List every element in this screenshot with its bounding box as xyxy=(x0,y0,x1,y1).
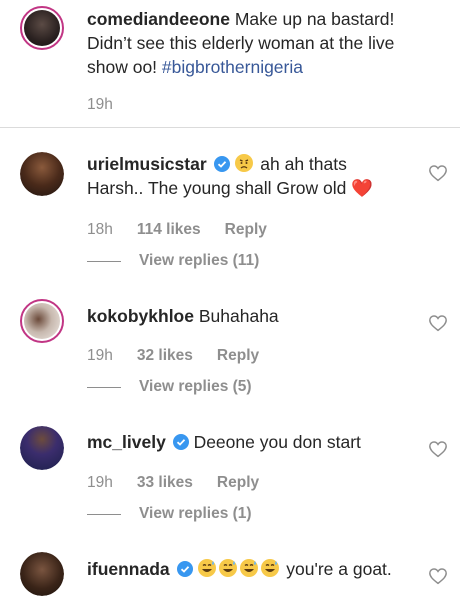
hashtag-link[interactable]: #bigbrothernigeria xyxy=(162,57,303,77)
like-heart-icon[interactable] xyxy=(428,164,448,182)
like-heart-icon[interactable] xyxy=(428,567,448,585)
view-replies[interactable]: View replies (1) xyxy=(87,505,252,523)
comment-username[interactable]: ifuennada xyxy=(87,559,170,579)
comment-avatar[interactable] xyxy=(20,152,64,196)
grinning-sweat-emoji-icon xyxy=(240,559,259,577)
view-replies[interactable]: View replies (11) xyxy=(87,252,259,270)
comment-body: you're a goat. xyxy=(286,559,392,579)
heart-emoji-icon: ❤️ xyxy=(351,178,374,198)
post-caption: comediandeeone Make up na bastard! Didn’… xyxy=(0,0,460,127)
verified-badge-icon xyxy=(172,434,189,450)
comment-text: urielmusicstar ah ah thats Harsh.. The y… xyxy=(87,152,387,200)
comment-meta: 19h 33 likes Reply xyxy=(87,474,259,492)
verified-badge-icon xyxy=(176,561,193,577)
replies-line xyxy=(87,386,121,388)
replies-line xyxy=(87,513,121,515)
caption-divider xyxy=(0,127,460,128)
comment-text: mc_lively Deeone you don start xyxy=(87,430,387,454)
post-meta: 19h xyxy=(87,96,113,114)
view-replies-label[interactable]: View replies (11) xyxy=(139,252,259,270)
comment-text: ifuennada you're a goat. xyxy=(87,557,427,581)
comment-username[interactable]: kokobykhloe xyxy=(87,306,194,326)
comment-time: 18h xyxy=(87,221,113,238)
comment-body: Buhahaha xyxy=(198,306,279,326)
post-author-avatar[interactable] xyxy=(20,6,64,50)
like-heart-icon[interactable] xyxy=(428,440,448,458)
comment-time: 19h xyxy=(87,347,113,364)
comment-text: kokobykhloe Buhahaha xyxy=(87,304,387,328)
grinning-sweat-emoji-icon xyxy=(219,559,238,577)
comment-likes[interactable]: 114 likes xyxy=(137,221,201,239)
grinning-sweat-emoji-icon xyxy=(261,559,280,577)
comment-avatar[interactable] xyxy=(20,299,64,343)
comment-meta: 19h 32 likes Reply xyxy=(87,347,259,365)
comment-likes[interactable]: 33 likes xyxy=(137,474,193,492)
grinning-sweat-emoji-icon xyxy=(198,559,217,577)
verified-badge-icon xyxy=(213,156,230,172)
worried-face-emoji-icon xyxy=(235,154,254,172)
view-replies[interactable]: View replies (5) xyxy=(87,378,252,396)
view-replies-label[interactable]: View replies (1) xyxy=(139,505,252,523)
comment-avatar[interactable] xyxy=(20,426,64,470)
post-time: 19h xyxy=(87,96,113,113)
reply-button[interactable]: Reply xyxy=(225,221,267,239)
comment-username[interactable]: urielmusicstar xyxy=(87,154,207,174)
reply-button[interactable]: Reply xyxy=(217,474,259,492)
like-heart-icon[interactable] xyxy=(428,314,448,332)
comment-time: 19h xyxy=(87,474,113,491)
comment-likes[interactable]: 32 likes xyxy=(137,347,193,365)
comment-body: Deeone you don start xyxy=(193,432,361,452)
post-caption-text: comediandeeone Make up na bastard! Didn’… xyxy=(87,7,417,79)
replies-line xyxy=(87,260,121,262)
comment-avatar[interactable] xyxy=(20,552,64,596)
comment-username[interactable]: mc_lively xyxy=(87,432,166,452)
post-author-username[interactable]: comediandeeone xyxy=(87,9,230,29)
reply-button[interactable]: Reply xyxy=(217,347,259,365)
comment-meta: 18h 114 likes Reply xyxy=(87,221,267,239)
view-replies-label[interactable]: View replies (5) xyxy=(139,378,252,396)
